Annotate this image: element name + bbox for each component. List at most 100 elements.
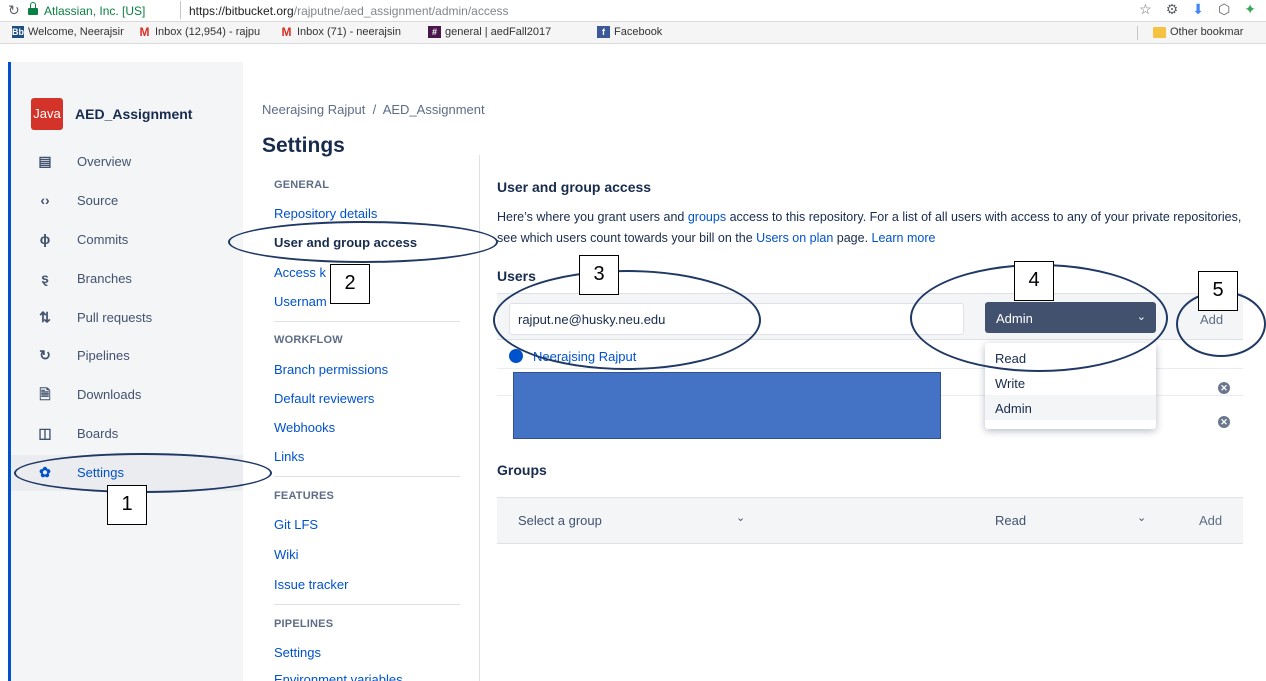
access-description: Here’s where you grant users and groups … (497, 207, 1247, 249)
browser-address-bar: ↻ Atlassian, Inc. [US] https://bitbucket… (0, 0, 1266, 22)
bookmark-inbox-1[interactable]: M Inbox (12,954) - rajpu (138, 26, 276, 38)
bookmark-welcome[interactable]: Bb Welcome, Neerajsing (12, 26, 124, 38)
bookmark-label: general | aedFall2017 (445, 26, 552, 38)
chevron-down-icon: ⌄ (736, 512, 746, 524)
bookmarks-bar: Bb Welcome, Neerajsing M Inbox (12,954) … (0, 22, 1266, 44)
bookmark-label: Welcome, Neerajsing (28, 26, 124, 38)
settings-nav-heading-pipelines: PIPELINES (274, 618, 334, 630)
site-identity[interactable]: Atlassian, Inc. [US] (44, 4, 145, 18)
sidebar-item-commits[interactable]: ϕ Commits (11, 222, 243, 258)
annotation-number-3: 3 (579, 255, 619, 295)
dropdown-option-write[interactable]: Write (985, 370, 1156, 395)
breadcrumb-separator: / (372, 102, 377, 117)
settings-nav-heading-general: GENERAL (274, 179, 330, 191)
sidebar-item-pipelines[interactable]: ↻ Pipelines (11, 338, 243, 374)
sidebar-item-pull-requests[interactable]: ⇅ Pull requests (11, 300, 243, 336)
remove-user-icon[interactable]: ✕ (1218, 382, 1230, 394)
branches-icon: ȿ (41, 270, 49, 286)
annotation-ellipse-3 (493, 270, 761, 370)
sidebar-item-downloads[interactable]: 🗎 Downloads (11, 377, 243, 413)
reload-icon[interactable]: ↻ (8, 2, 20, 19)
downloads-icon: 🗎 (39, 386, 51, 402)
lock-icon (28, 2, 38, 15)
chevron-down-icon: ⌄ (1137, 512, 1147, 524)
pipelines-icon: ↻ (39, 347, 51, 363)
sidebar-item-branches[interactable]: ȿ Branches (11, 261, 243, 297)
remove-user-icon[interactable]: ✕ (1218, 416, 1230, 428)
star-icon[interactable]: ☆ (1139, 1, 1152, 18)
sidebar-item-label: Downloads (77, 387, 142, 402)
bookmark-label: Inbox (71) - neerajsin (297, 26, 401, 38)
settings-link-username-aliases[interactable]: Usernam (274, 294, 327, 309)
shield-extension-icon[interactable]: ⬡ (1218, 1, 1230, 18)
sidebar-item-source[interactable]: ‹› Source (11, 183, 243, 219)
commits-icon: ϕ (39, 231, 51, 247)
repo-avatar[interactable]: Java (31, 98, 63, 130)
settings-nav-heading-workflow: WORKFLOW (274, 334, 343, 346)
bookmark-facebook[interactable]: f Facebook (597, 26, 687, 38)
url-text[interactable]: https://bitbucket.org/rajputne/aed_assig… (189, 4, 509, 18)
sidebar-item-label: Branches (77, 271, 132, 286)
settings-link-repository-details[interactable]: Repository details (274, 206, 377, 221)
breadcrumb: Neerajsing Rajput / AED_Assignment (262, 102, 485, 117)
add-group-bar (497, 497, 1243, 544)
groups-link[interactable]: groups (688, 210, 726, 224)
extension-icon[interactable]: ⚙ (1166, 1, 1179, 18)
url-path: /rajputne/aed_assignment/admin/access (293, 4, 509, 18)
leaf-extension-icon[interactable]: ✦ (1244, 1, 1256, 18)
bookmark-inbox-2[interactable]: M Inbox (71) - neerajsin (280, 26, 420, 38)
bookmark-slack[interactable]: # general | aedFall2017 (428, 26, 590, 38)
breadcrumb-repo[interactable]: AED_Assignment (383, 102, 485, 117)
repo-name[interactable]: AED_Assignment (75, 106, 192, 122)
redaction-box (513, 372, 941, 439)
browser-toolbar-icons: ☆ ⚙ ⬇ ⬡ ✦ (1139, 1, 1256, 18)
dropdown-option-admin[interactable]: Admin (985, 395, 1156, 420)
other-bookmarks[interactable]: Other bookmar (1153, 26, 1266, 38)
repository-sidebar: Java AED_Assignment ▤ Overview ‹› Source… (11, 62, 243, 681)
settings-link-links[interactable]: Links (274, 449, 304, 464)
sidebar-item-label: Pull requests (77, 310, 153, 325)
group-permission-select[interactable]: Read (995, 513, 1026, 528)
annotation-ellipse-2 (228, 221, 498, 263)
settings-link-git-lfs[interactable]: Git LFS (274, 517, 318, 532)
settings-link-wiki[interactable]: Wiki (274, 547, 299, 562)
settings-link-pipelines-settings[interactable]: Settings (274, 645, 321, 660)
annotation-number-5: 5 (1198, 271, 1238, 311)
settings-link-default-reviewers[interactable]: Default reviewers (274, 391, 374, 406)
user-avatar-icon (509, 349, 523, 363)
settings-link-webhooks[interactable]: Webhooks (274, 420, 335, 435)
sidebar-item-label: Overview (77, 154, 132, 169)
section-title: User and group access (497, 179, 652, 195)
url-host: https://bitbucket.org (189, 4, 294, 18)
download-extension-icon[interactable]: ⬇ (1192, 1, 1204, 18)
annotation-number-4: 4 (1014, 261, 1054, 301)
annotation-number-2: 2 (330, 264, 370, 304)
settings-link-environment-variables[interactable]: Environment variables (274, 672, 403, 681)
desc-text: page. (833, 231, 872, 245)
learn-more-link[interactable]: Learn more (872, 231, 936, 245)
bookmarks-divider (1137, 26, 1138, 40)
settings-link-issue-tracker[interactable]: Issue tracker (274, 577, 348, 592)
add-group-button[interactable]: Add (1199, 513, 1222, 528)
source-icon: ‹› (40, 192, 50, 208)
sidebar-item-boards[interactable]: ◫ Boards (11, 416, 243, 452)
users-on-plan-link[interactable]: Users on plan (756, 231, 833, 245)
bookmark-label: Inbox (12,954) - rajpu (155, 26, 261, 38)
bookmark-label: Facebook (614, 26, 663, 38)
other-bookmarks-label: Other bookmar (1170, 26, 1244, 38)
bitbucket-icon: Bb (12, 26, 24, 38)
facebook-icon: f (597, 26, 610, 38)
settings-link-branch-permissions[interactable]: Branch permissions (274, 362, 388, 377)
settings-link-access-keys[interactable]: Access k (274, 265, 326, 280)
url-divider (180, 1, 181, 19)
sidebar-item-overview[interactable]: ▤ Overview (11, 144, 243, 180)
settings-nav-heading-features: FEATURES (274, 490, 335, 502)
settings-nav-divider (274, 321, 460, 322)
sidebar-item-label: Source (77, 193, 119, 208)
gmail-icon: M (139, 26, 150, 38)
breadcrumb-owner[interactable]: Neerajsing Rajput (262, 102, 365, 117)
users-heading: Users (497, 268, 536, 284)
annotation-number-1: 1 (107, 485, 147, 525)
sidebar-item-label: Commits (77, 232, 129, 247)
group-select[interactable]: Select a group (518, 513, 602, 528)
